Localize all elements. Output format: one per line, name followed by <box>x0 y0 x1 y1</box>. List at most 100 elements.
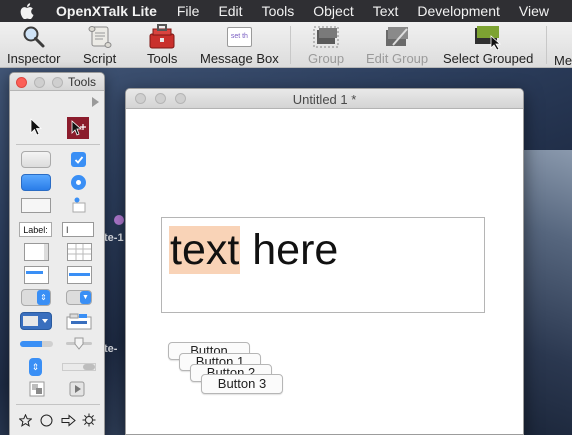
pointer-tool[interactable] <box>67 117 89 139</box>
list-selection-icon-2 <box>69 273 90 276</box>
palette-minimize-button[interactable] <box>34 77 45 88</box>
arrow-shape-tool[interactable] <box>60 413 76 427</box>
button-tool[interactable] <box>21 151 51 168</box>
menu-development[interactable]: Development <box>417 3 500 19</box>
gear-shape-tool[interactable] <box>82 413 96 427</box>
browse-tool[interactable] <box>26 117 46 137</box>
desktop-label-2: te- <box>104 343 118 355</box>
tab-panel-tool[interactable] <box>66 312 92 330</box>
tab-panel-icon <box>66 313 92 330</box>
text-field[interactable]: text here <box>161 217 485 313</box>
message-box-label: Message Box <box>200 51 279 66</box>
transparent-button-icon <box>72 197 86 213</box>
transparent-button-tool[interactable] <box>72 197 86 213</box>
script-button[interactable]: Script <box>83 24 116 66</box>
palette-title: Tools <box>67 75 96 89</box>
menu-bar: OpenXTalk Lite File Edit Tools Object Te… <box>0 0 572 22</box>
select-grouped-label: Select Grouped <box>443 51 534 66</box>
combo-box-icon <box>23 316 48 326</box>
player-tool[interactable] <box>69 381 85 397</box>
scrollbar-icon <box>44 244 48 260</box>
list-selection-icon <box>26 271 43 274</box>
menu-view[interactable]: View <box>519 3 549 19</box>
star-icon <box>18 413 32 427</box>
edit-group-icon <box>382 24 412 50</box>
list-field-tool[interactable] <box>24 266 49 284</box>
label-tool[interactable]: Label: <box>19 222 52 237</box>
field-tool[interactable]: I <box>62 222 94 237</box>
palette-zoom-button[interactable] <box>52 77 63 88</box>
palette-separator <box>16 144 100 145</box>
stepper-tool[interactable]: ⇕ <box>29 358 42 376</box>
slider-tool[interactable] <box>65 337 93 351</box>
table-grid-icon <box>68 244 91 260</box>
me-label: Me <box>554 53 572 68</box>
menu-text[interactable]: Text <box>373 3 399 19</box>
scrolling-field-tool[interactable] <box>24 243 49 261</box>
select-grouped-button[interactable]: Select Grouped <box>443 24 533 66</box>
scrollbar-tool[interactable] <box>62 363 96 371</box>
gear-icon <box>82 413 96 427</box>
apple-icon[interactable] <box>20 3 34 19</box>
field-text-rest: here <box>240 226 339 274</box>
message-box-icon: set th <box>225 24 253 50</box>
progress-fill-icon <box>20 341 42 347</box>
field-text: text here <box>169 226 338 275</box>
edit-pointer-icon <box>71 120 86 136</box>
list-field-tool-2[interactable] <box>67 266 92 284</box>
radio-button-tool[interactable] <box>71 175 86 190</box>
me-button[interactable]: Me <box>554 52 572 68</box>
toolbox-icon <box>147 24 177 50</box>
toolbar: Inspector Script Tools set th Message Bo… <box>0 22 572 68</box>
arrow-right-icon <box>61 413 76 427</box>
message-box-button[interactable]: set th Message Box <box>200 24 279 66</box>
tools-button[interactable]: Tools <box>147 24 177 66</box>
scrollbar-thumb-icon <box>83 364 95 370</box>
menu-file[interactable]: File <box>177 3 200 19</box>
table-field-tool[interactable] <box>67 243 92 261</box>
window-titlebar[interactable]: Untitled 1 * <box>126 89 523 109</box>
palette-separator-2 <box>16 404 100 405</box>
checkmark-icon <box>74 155 83 164</box>
desktop-dot <box>114 215 124 225</box>
default-button-tool[interactable] <box>21 174 51 191</box>
magnifier-icon <box>19 24 49 50</box>
combo-box-tool[interactable] <box>20 312 52 330</box>
star-tool[interactable] <box>18 413 32 427</box>
inspector-label: Inspector <box>7 51 61 66</box>
popup-menu-tool[interactable]: ⇕ <box>21 289 51 306</box>
select-grouped-icon <box>473 24 503 50</box>
palette-close-button[interactable] <box>16 77 27 88</box>
edit-group-label: Edit Group <box>366 51 429 66</box>
toolbar-separator <box>290 26 291 64</box>
group-button[interactable]: Group <box>308 24 344 66</box>
image-tool[interactable] <box>29 381 45 397</box>
inspector-button[interactable]: Inspector <box>7 24 60 66</box>
edit-group-button[interactable]: Edit Group <box>366 24 428 66</box>
option-menu-tool[interactable]: ▼ <box>66 290 92 305</box>
image-icon <box>29 381 45 397</box>
menu-tools[interactable]: Tools <box>262 3 295 19</box>
menu-app-name[interactable]: OpenXTalk Lite <box>56 3 157 19</box>
circle-icon <box>40 414 52 426</box>
palette-titlebar[interactable]: Tools <box>10 73 104 91</box>
updown-arrows-icon: ⇕ <box>37 290 50 305</box>
button-3[interactable]: Button 3 <box>201 374 283 394</box>
tools-palette: Tools Label: I ⇕ ▼ ⇕ <box>9 72 105 435</box>
message-box-icon-text: set th <box>226 27 252 47</box>
scroll-icon <box>85 24 115 50</box>
player-icon <box>69 381 85 397</box>
menu-edit[interactable]: Edit <box>218 3 242 19</box>
field-text-highlighted: text <box>169 226 241 274</box>
desktop-label-1: te-1 <box>104 232 124 244</box>
toolbar-separator-2 <box>546 26 547 64</box>
palette-expand-icon[interactable] <box>90 95 100 109</box>
slider-icon <box>66 337 92 350</box>
menu-object[interactable]: Object <box>313 3 353 19</box>
tools-label: Tools <box>147 51 178 66</box>
rectangle-button-tool[interactable] <box>21 198 51 213</box>
progress-bar-tool[interactable] <box>20 341 53 347</box>
oval-tool[interactable] <box>39 413 53 427</box>
checkbox-tool[interactable] <box>71 152 86 167</box>
stepper-arrows-icon: ⇕ <box>31 361 40 372</box>
